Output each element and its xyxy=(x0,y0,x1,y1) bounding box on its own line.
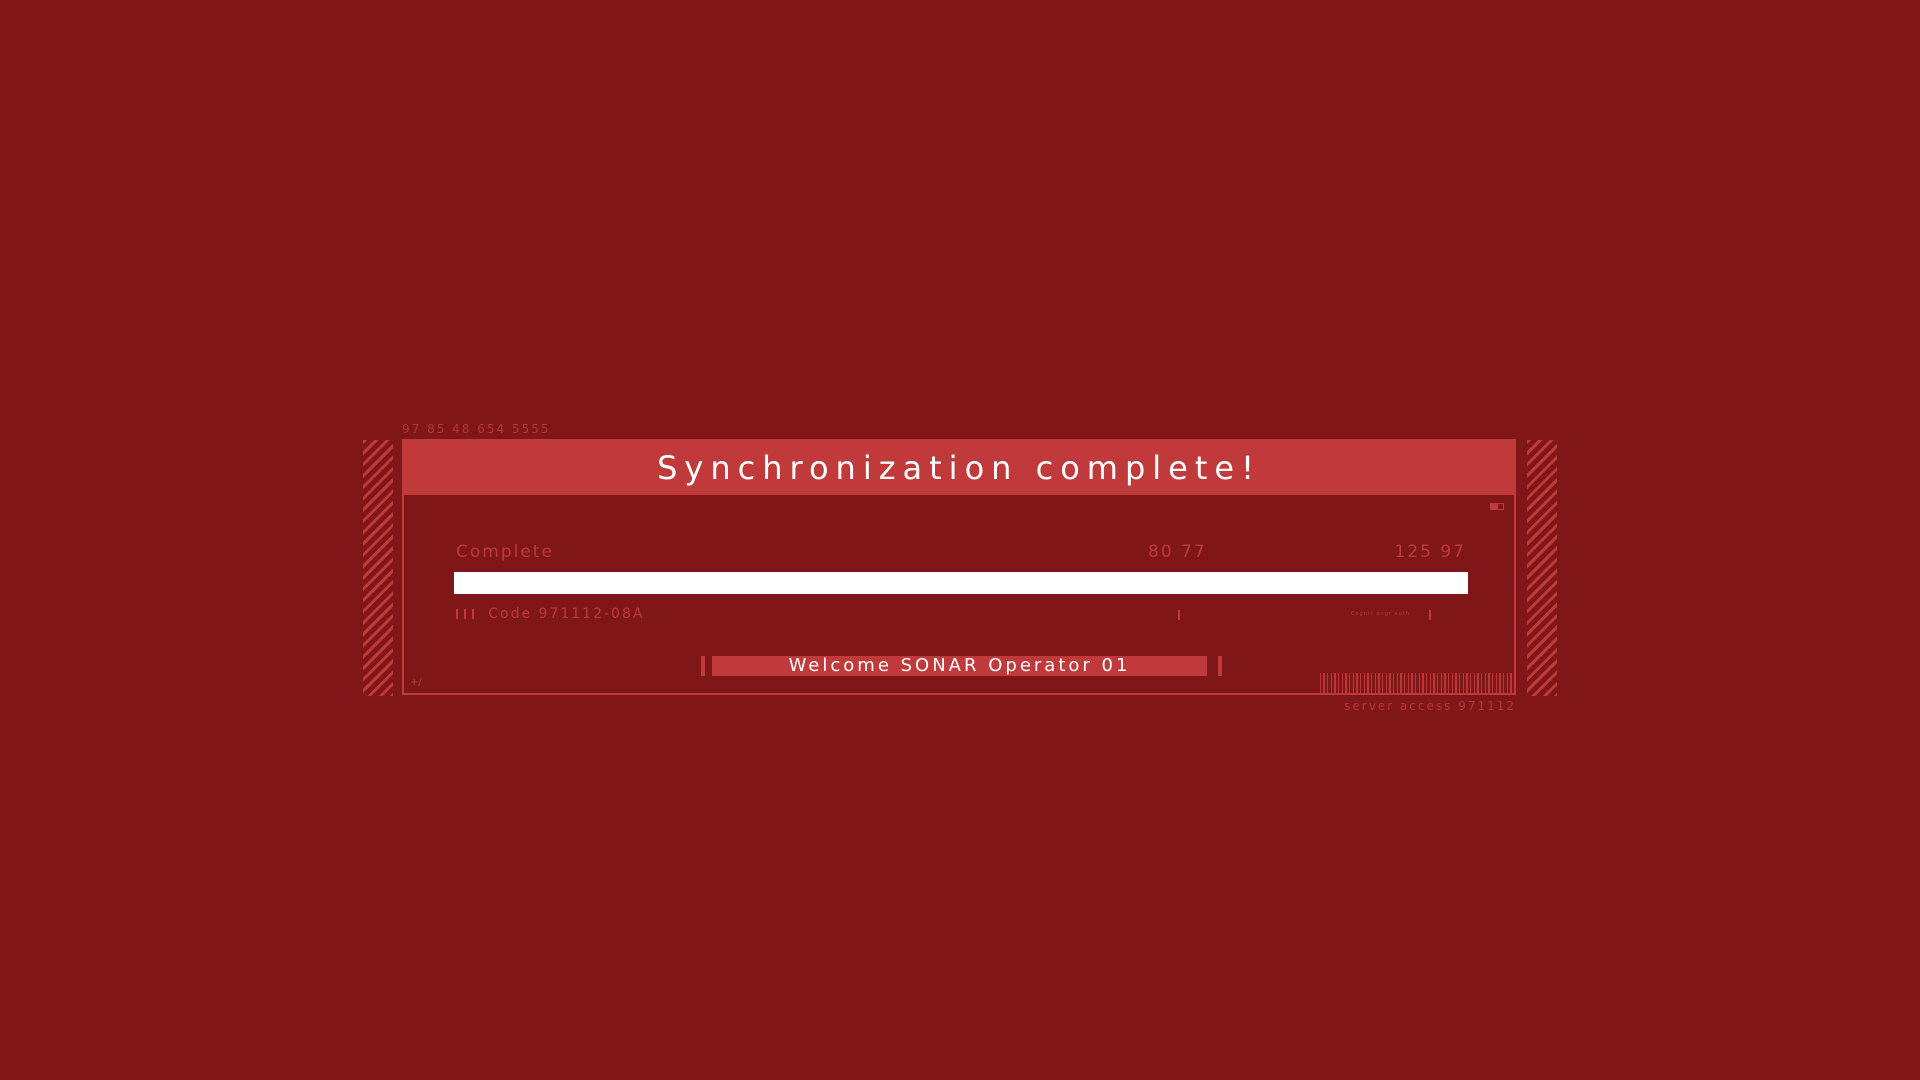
tick-marker xyxy=(1429,610,1431,620)
barcode-decoration xyxy=(1320,673,1514,693)
progress-value-2: 125 97 xyxy=(1394,542,1466,562)
battery-icon xyxy=(1490,503,1504,510)
tick-marker xyxy=(1178,610,1180,620)
sync-panel: Synchronization complete! Complete 80 77… xyxy=(402,439,1516,695)
right-hatch-decoration xyxy=(1527,440,1557,696)
code-value: Code 971112-08A xyxy=(488,606,645,622)
top-code-label: 97 85 48 654 5555 xyxy=(402,422,551,436)
progress-value-1: 80 77 xyxy=(1148,542,1207,562)
left-hatch-decoration xyxy=(363,440,393,696)
welcome-right-cap xyxy=(1218,656,1222,676)
corner-label: +/ xyxy=(410,677,422,688)
server-access-label: server access 971112 xyxy=(1344,699,1516,713)
progress-label: Complete xyxy=(456,542,554,562)
code-label: Code 971112-08A xyxy=(456,606,644,622)
panel-title: Synchronization complete! xyxy=(404,441,1514,495)
progress-bar xyxy=(454,572,1468,594)
progress-bar-fill xyxy=(454,572,1468,594)
welcome-left-cap xyxy=(701,656,705,676)
sync-screen: 97 85 48 654 5555 Synchronization comple… xyxy=(0,0,1920,1080)
welcome-banner: Welcome SONAR Operator 01 xyxy=(712,656,1207,676)
tiny-label: Cognis engr auth xyxy=(1351,611,1410,617)
